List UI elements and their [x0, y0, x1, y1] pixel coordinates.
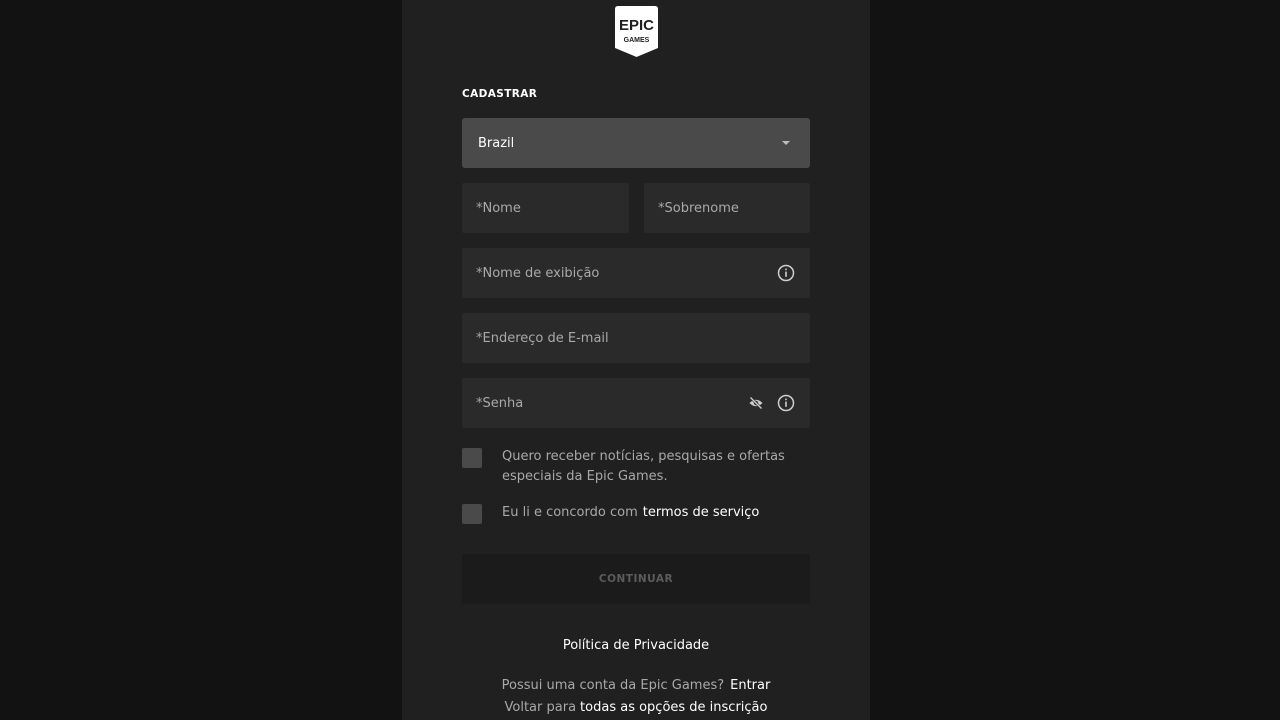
svg-text:EPIC: EPIC — [619, 17, 654, 34]
first-name-field[interactable]: *Nome — [462, 183, 629, 233]
info-icon[interactable] — [777, 394, 795, 412]
country-select[interactable]: Brazil — [462, 118, 810, 168]
tos-link[interactable]: termos de serviço — [643, 505, 760, 520]
newsletter-checkbox[interactable] — [462, 448, 482, 468]
email-placeholder: *Endereço de E-mail — [476, 330, 609, 346]
display-name-placeholder: *Nome de exibição — [476, 265, 600, 281]
password-field[interactable]: *Senha — [462, 378, 810, 428]
back-prefix: Voltar para — [504, 700, 577, 715]
continue-button[interactable]: CONTINUAR — [462, 554, 810, 604]
have-account-line: Possui uma conta da Epic Games? Entrar — [402, 678, 870, 693]
tos-label: Eu li e concordo com termos de serviço — [502, 503, 759, 523]
tos-prefix: Eu li e concordo com — [502, 505, 638, 520]
all-options-link[interactable]: todas as opções de inscrição — [580, 700, 767, 715]
first-name-placeholder: *Nome — [476, 200, 521, 216]
last-name-placeholder: *Sobrenome — [658, 200, 739, 216]
display-name-field[interactable]: *Nome de exibição — [462, 248, 810, 298]
password-placeholder: *Senha — [476, 395, 524, 411]
email-field[interactable]: *Endereço de E-mail — [462, 313, 810, 363]
newsletter-label: Quero receber notícias, pesquisas e ofer… — [502, 449, 785, 484]
tos-checkbox[interactable] — [462, 504, 482, 524]
sign-in-link[interactable]: Entrar — [730, 678, 770, 693]
privacy-policy-link[interactable]: Política de Privacidade — [462, 638, 810, 653]
eye-off-icon[interactable] — [748, 395, 764, 411]
have-account-text: Possui uma conta da Epic Games? — [501, 678, 725, 693]
epic-games-logo[interactable]: EPIC GAMES — [615, 6, 658, 57]
info-icon[interactable] — [777, 264, 795, 282]
form-title: CADASTRAR — [462, 88, 538, 100]
back-line: Voltar para todas as opções de inscrição — [402, 700, 870, 715]
last-name-field[interactable]: *Sobrenome — [644, 183, 810, 233]
caret-down-icon — [782, 141, 790, 145]
country-value: Brazil — [478, 135, 515, 151]
svg-text:GAMES: GAMES — [624, 37, 650, 44]
